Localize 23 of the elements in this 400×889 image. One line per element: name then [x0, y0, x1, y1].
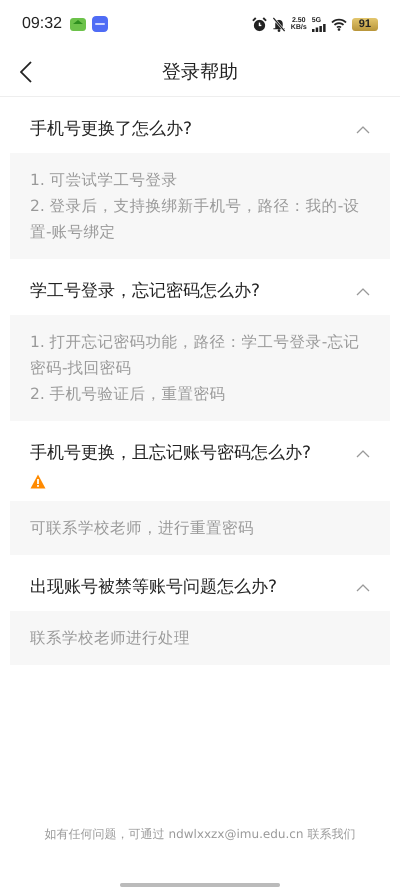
faq-answer: 联系学校老师进行处理 [10, 611, 390, 665]
app-icon [69, 16, 88, 32]
chevron-up-icon [356, 126, 370, 134]
chevron-up-icon [356, 288, 370, 296]
faq-question[interactable]: 手机号更换了怎么办? [0, 97, 400, 153]
wifi-icon [330, 18, 347, 30]
faq-answer: 1. 可尝试学工号登录 2. 登录后，支持换绑新手机号，路径：我的-设置-账号绑定 [10, 153, 390, 259]
signal-icon [312, 24, 326, 32]
chevron-up-icon [356, 450, 370, 458]
alarm-icon [252, 16, 267, 32]
page-title: 登录帮助 [162, 60, 238, 85]
battery-indicator: 91 [352, 18, 378, 30]
back-icon [20, 61, 32, 83]
faq-question[interactable]: 手机号更换，且忘记账号密码怎么办? [0, 421, 400, 501]
status-time: 09:32 [22, 15, 62, 33]
faq-answer: 可联系学校老师，进行重置密码 [10, 501, 390, 555]
app-icon [92, 16, 108, 32]
faq-answer: 1. 打开忘记密码功能，路径：学工号登录-忘记密码-找回密码 2. 手机号验证后，重置密码 [10, 315, 390, 421]
faq-question[interactable]: 学工号登录，忘记密码怎么办? [0, 259, 400, 315]
faq-question[interactable]: 出现账号被禁等账号问题怎么办? [0, 555, 400, 611]
footer-note: 如有任何问题，可通过 ndwlxxzx@imu.edu.cn 联系我们 [44, 826, 356, 843]
chevron-up-icon [356, 584, 370, 592]
bell-off-icon [272, 16, 286, 32]
